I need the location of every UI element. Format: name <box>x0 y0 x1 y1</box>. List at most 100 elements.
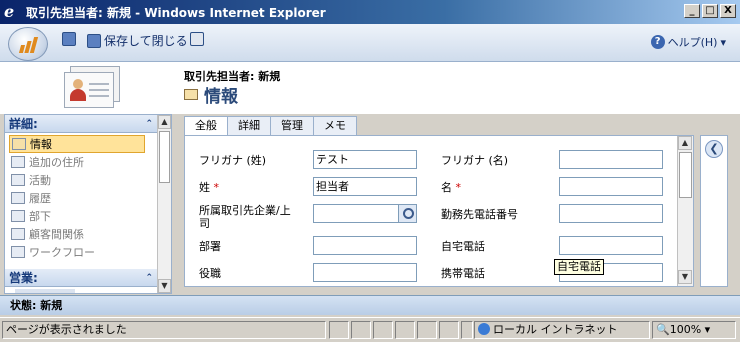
help-icon: ? <box>650 35 665 49</box>
crm-logo-icon[interactable] <box>8 27 48 61</box>
chevron-down-icon: ▾ <box>720 35 726 49</box>
work-phone-label: 勤務先電話番号 <box>441 208 518 221</box>
lookup-icon[interactable] <box>398 205 416 222</box>
address-icon <box>11 156 25 168</box>
nav-item-label: 履歴 <box>29 192 51 205</box>
last-name-label: 姓 * <box>199 179 219 195</box>
save-close-label: 保存して閉じる <box>104 34 188 48</box>
parent-customer-lookup[interactable] <box>313 204 417 223</box>
activities-icon <box>11 174 25 186</box>
nav-item-label: 部下 <box>29 210 51 223</box>
security-zone[interactable]: ローカル イントラネット <box>474 321 650 339</box>
nav-section-label: 詳細: <box>9 117 38 131</box>
nav-section-sales[interactable]: 営業: ⌃ <box>5 269 157 287</box>
title-bar: e 取引先担当者: 新規 - Windows Internet Explorer… <box>0 0 740 24</box>
save-close-button[interactable]: 保存して閉じる <box>87 32 188 49</box>
furigana-first-input[interactable] <box>559 150 663 169</box>
parent-label-line1: 所属取引先企業/上 <box>199 204 291 217</box>
nav-item-info[interactable]: 情報 <box>9 135 145 153</box>
scroll-down-icon[interactable]: ▼ <box>158 279 171 293</box>
relationships-icon <box>11 228 25 240</box>
zone-label: ローカル イントラネット <box>493 323 618 336</box>
home-phone-input[interactable] <box>559 236 663 255</box>
required-mark: * <box>213 181 220 194</box>
furigana-first-label: フリガナ (名) <box>441 154 509 167</box>
nav-item-label: 情報 <box>30 138 52 151</box>
scroll-thumb[interactable] <box>159 131 170 183</box>
workflow-icon <box>11 246 25 258</box>
record-status: 状態: 新規 <box>0 295 740 315</box>
minimize-button[interactable]: _ <box>684 4 700 18</box>
save-button[interactable] <box>62 32 76 46</box>
scroll-up-icon[interactable]: ▲ <box>678 136 692 150</box>
required-mark: * <box>455 181 462 194</box>
furigana-last-input[interactable]: テスト <box>313 150 417 169</box>
scroll-thumb[interactable] <box>679 152 692 198</box>
job-title-input[interactable] <box>313 263 417 282</box>
form-scrollbar[interactable]: ▲ ▼ <box>677 136 693 286</box>
form-header: 取引先担当者: 新規 情報 <box>0 62 740 114</box>
nav-item-workflow[interactable]: ワークフロー <box>9 243 157 261</box>
help-button[interactable]: ? ヘルプ(H) ▾ <box>650 34 726 50</box>
toolbar: 保存して閉じる ? ヘルプ(H) ▾ <box>0 24 740 62</box>
department-label: 部署 <box>199 240 221 253</box>
last-name-text: 姓 <box>199 181 210 194</box>
nav-scrollbar[interactable]: ▲ ▼ <box>157 115 171 293</box>
chevron-down-icon: ▾ <box>704 323 711 336</box>
tab-notes[interactable]: メモ <box>313 116 357 135</box>
nav-section-label: 営業: <box>9 271 38 285</box>
save-close-icon <box>87 33 101 48</box>
mobile-phone-label: 携帯電話 <box>441 267 485 280</box>
ie-logo-icon: e <box>4 2 15 21</box>
department-input[interactable] <box>313 236 417 255</box>
parent-customer-label: 所属取引先企業/上 司 <box>199 204 291 230</box>
history-icon <box>11 192 25 204</box>
nav-item-additional-address[interactable]: 追加の住所 <box>9 153 157 171</box>
first-name-label: 名 * <box>441 179 461 195</box>
collapse-icon[interactable]: ⌃ <box>145 115 153 133</box>
info-icon <box>12 138 26 150</box>
scroll-up-icon[interactable]: ▲ <box>158 115 171 129</box>
zoom-control[interactable]: 🔍100% ▾ <box>652 321 736 339</box>
browser-status-bar: ページが表示されました ローカル イントラネット 🔍100% ▾ <box>0 317 740 342</box>
job-title-label: 役職 <box>199 267 221 280</box>
nav-item-label: 活動 <box>29 174 51 187</box>
save-icon <box>62 32 76 46</box>
nav-item-history[interactable]: 履歴 <box>9 189 157 207</box>
tab-administration[interactable]: 管理 <box>270 116 314 135</box>
first-name-text: 名 <box>441 181 452 194</box>
left-navigation: 詳細: ⌃ 情報 追加の住所 活動 履歴 部下 顧客間関係 ワークフロー 営業:… <box>4 114 172 294</box>
zoom-level: 100% <box>669 323 702 336</box>
work-phone-input[interactable] <box>559 204 663 223</box>
nav-item-activities[interactable]: 活動 <box>9 171 157 189</box>
scroll-down-icon[interactable]: ▼ <box>678 270 692 284</box>
tooltip: 自宅電話 <box>554 259 604 275</box>
last-name-input[interactable]: 担当者 <box>313 177 417 196</box>
tab-details[interactable]: 詳細 <box>227 116 271 135</box>
nav-item-relationships[interactable]: 顧客間関係 <box>9 225 157 243</box>
page-title: 情報 <box>204 87 238 107</box>
chevron-left-icon[interactable]: ❮ <box>705 140 723 158</box>
general-form: フリガナ (姓) テスト フリガナ (名) 姓 * 担当者 名 * 所属取引先企… <box>184 135 694 287</box>
furigana-last-label: フリガナ (姓) <box>199 154 267 167</box>
side-panel: ❮ <box>700 135 728 287</box>
close-button[interactable]: X <box>720 4 736 18</box>
contact-small-icon <box>184 89 198 100</box>
nav-item-label: 顧客間関係 <box>29 228 84 241</box>
nav-item-subordinates[interactable]: 部下 <box>9 207 157 225</box>
home-phone-label: 自宅電話 <box>441 240 485 253</box>
help-label: ヘルプ(H) <box>667 36 718 49</box>
print-button[interactable] <box>190 32 204 46</box>
first-name-input[interactable] <box>559 177 663 196</box>
tab-general[interactable]: 全般 <box>184 116 228 136</box>
collapse-icon[interactable]: ⌃ <box>145 269 153 287</box>
maximize-button[interactable]: □ <box>702 4 718 18</box>
zoom-icon: 🔍 <box>656 323 670 336</box>
nav-section-details[interactable]: 詳細: ⌃ <box>5 115 157 133</box>
print-icon <box>190 32 204 46</box>
parent-label-line2: 司 <box>199 217 210 230</box>
form-tabs: 全般 詳細 管理 メモ <box>184 116 357 136</box>
nav-item-label: ワークフロー <box>29 246 95 259</box>
window-title: 取引先担当者: 新規 - Windows Internet Explorer <box>26 5 326 20</box>
status-message: ページが表示されました <box>2 321 326 339</box>
